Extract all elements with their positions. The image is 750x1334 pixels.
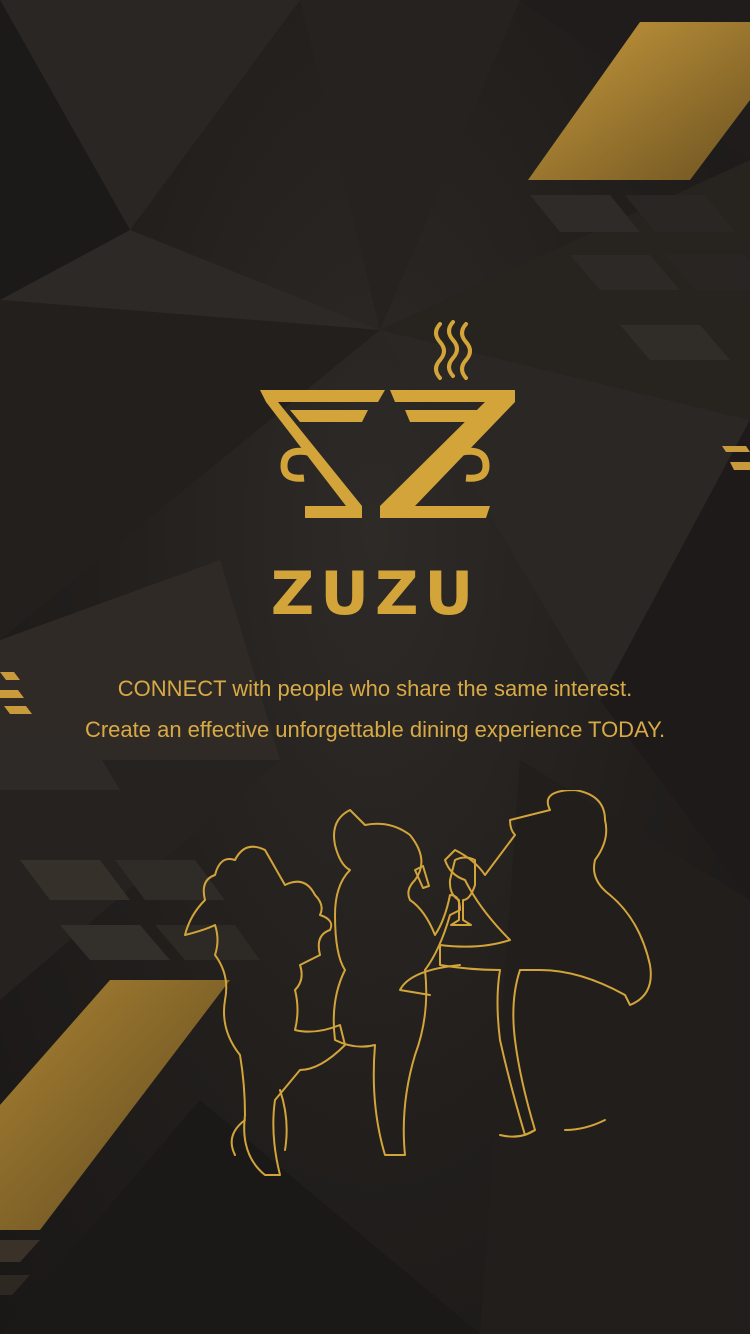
steaming-teacup-z-logo-icon <box>260 320 515 518</box>
splash-screen: ZUZU CONNECT with people who share the s… <box>0 0 750 1334</box>
logo <box>250 318 520 538</box>
diners-at-table-line-illustration <box>184 789 652 1176</box>
app-name: ZUZU <box>270 559 480 629</box>
tagline-line-2: Create an effective unforgettable dining… <box>84 717 666 742</box>
tagline-line-1: CONNECT with people who share the same i… <box>117 676 633 701</box>
illustration <box>170 789 680 1210</box>
